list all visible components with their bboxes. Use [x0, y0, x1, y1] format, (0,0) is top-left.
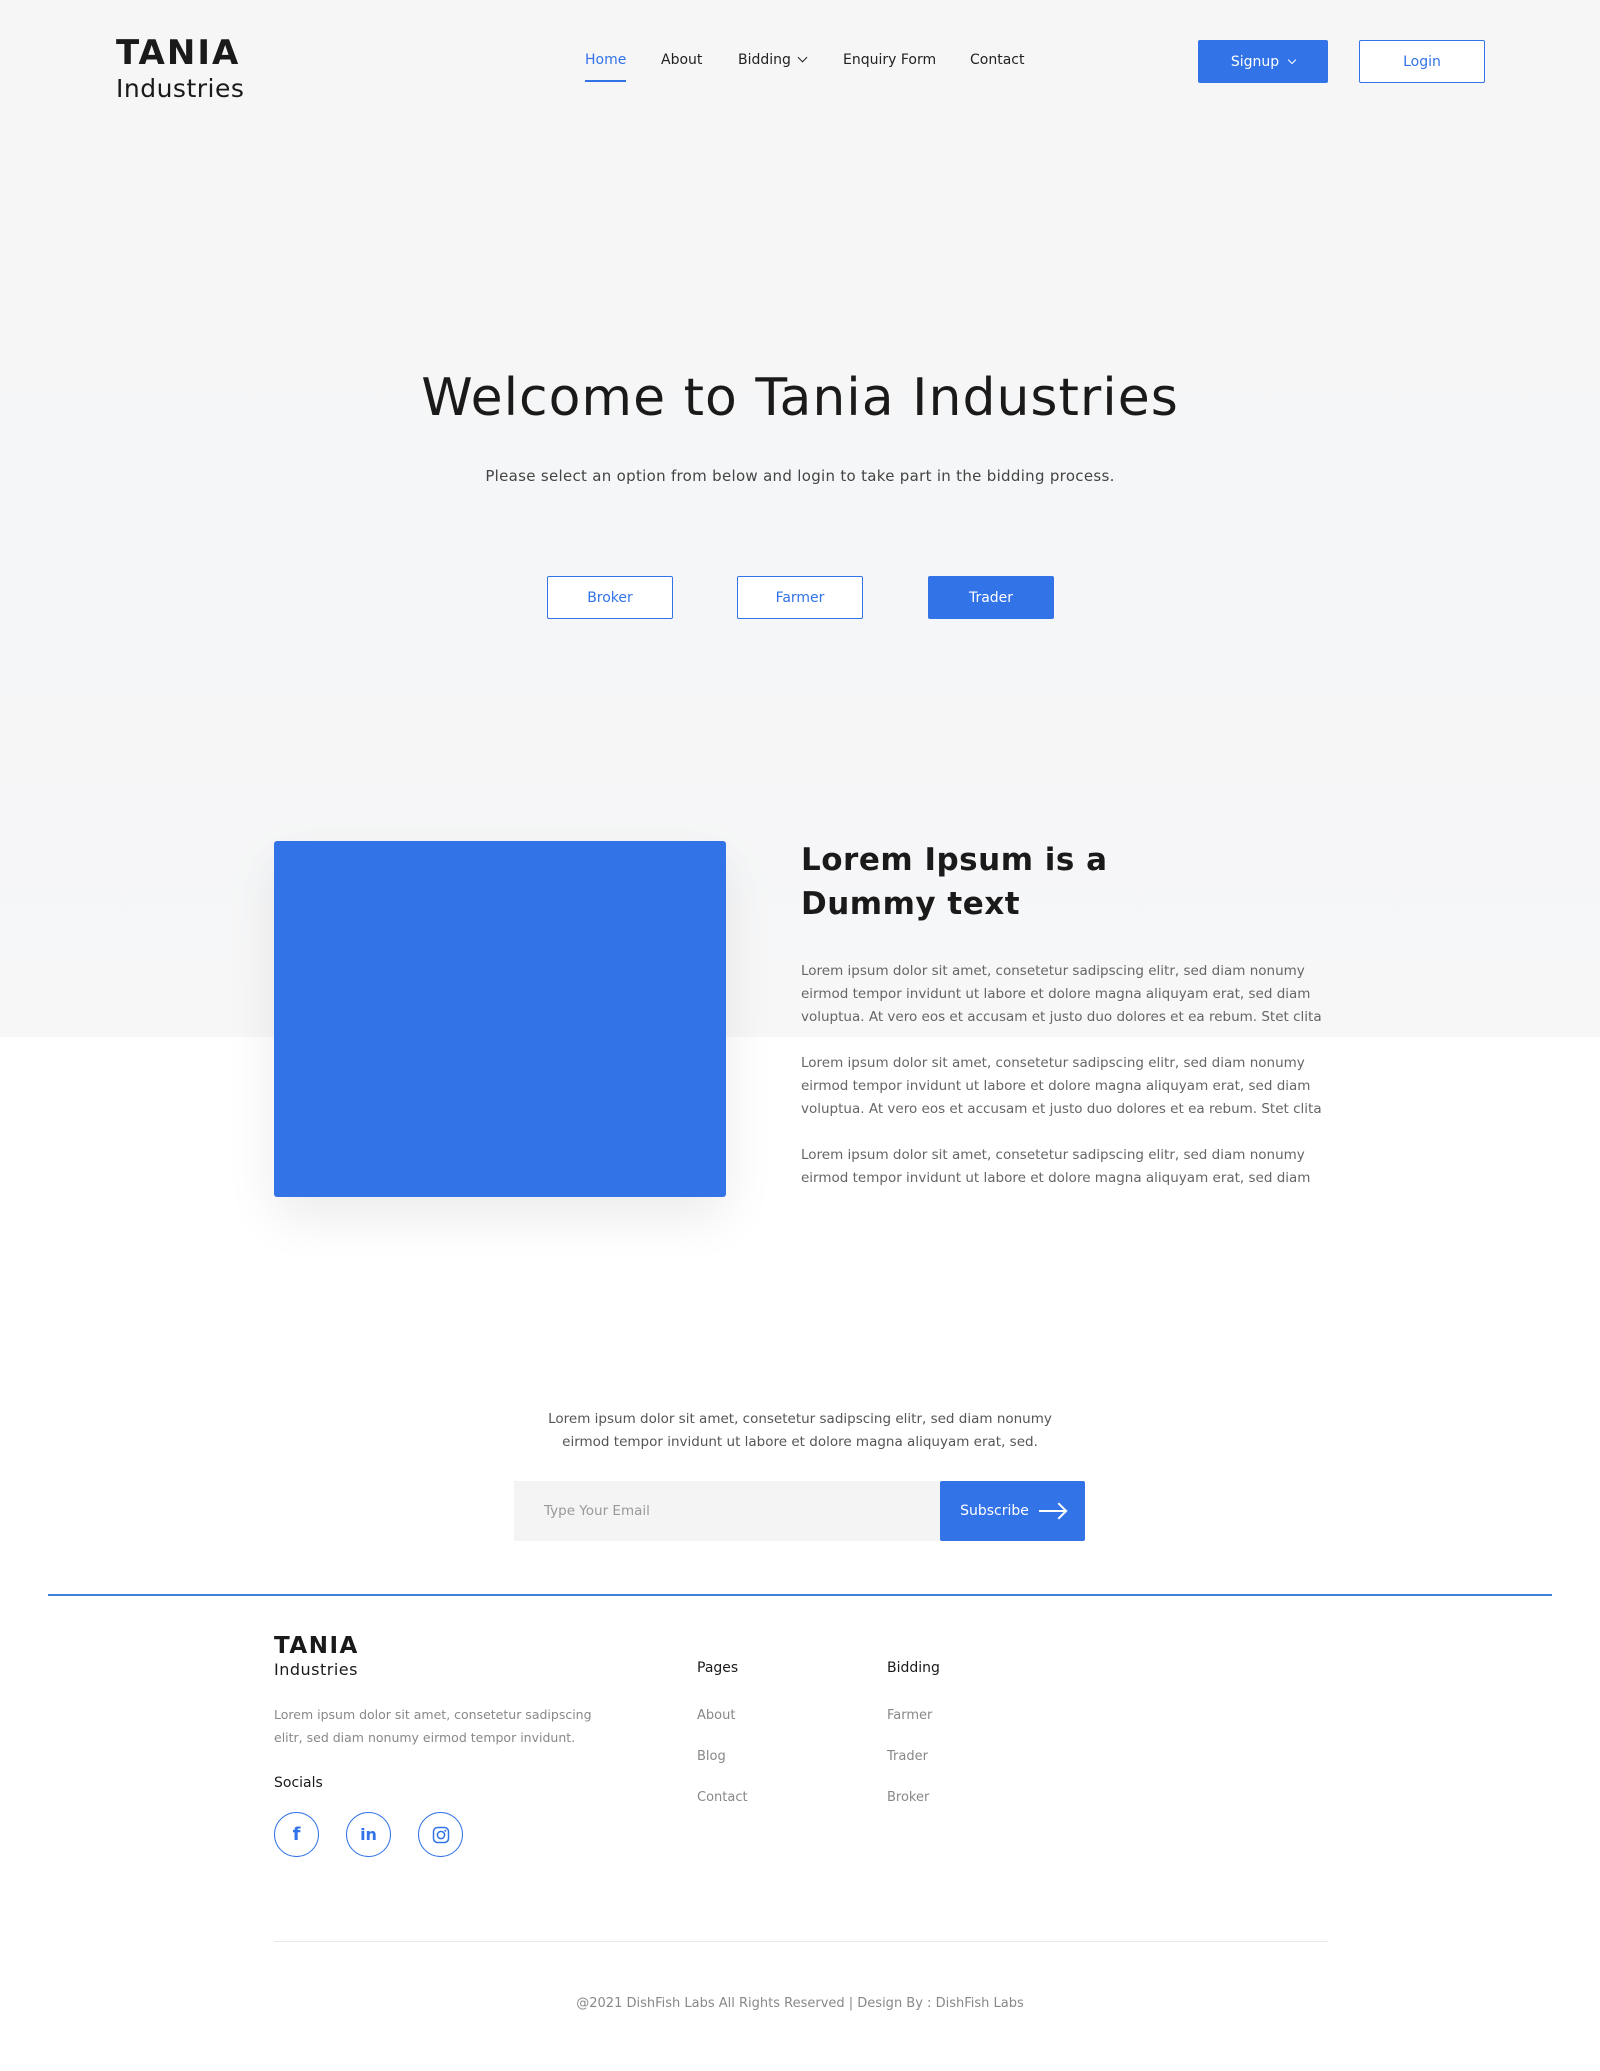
nav-bidding-label: Bidding [738, 52, 791, 68]
signup-button[interactable]: Signup [1198, 40, 1328, 83]
nav-bidding[interactable]: Bidding [738, 52, 808, 80]
feature-title-line1: Lorem Ipsum is a [801, 842, 1108, 878]
instagram-icon [432, 1826, 449, 1843]
linkedin-icon: in [360, 1825, 377, 1844]
brand-logo-line2: Industries [116, 74, 245, 103]
instagram-link[interactable] [418, 1812, 463, 1857]
copyright-text: @2021 DishFish Labs All Rights Reserved … [576, 1996, 1024, 2011]
chevron-down-icon [797, 52, 808, 63]
footer-link-about[interactable]: About [697, 1708, 735, 1723]
nav-contact[interactable]: Contact [970, 52, 1024, 80]
linkedin-link[interactable]: in [346, 1812, 391, 1857]
login-button[interactable]: Login [1359, 40, 1485, 83]
footer-divider-line [48, 1594, 1552, 1596]
nav-about[interactable]: About [661, 52, 702, 80]
broker-button[interactable]: Broker [547, 576, 673, 619]
subscribe-text-line1: Lorem ipsum dolor sit amet, consetetur s… [548, 1411, 1052, 1427]
footer-link-broker[interactable]: Broker [887, 1790, 929, 1805]
footer-link-blog[interactable]: Blog [697, 1749, 726, 1764]
farmer-button[interactable]: Farmer [737, 576, 863, 619]
feature-paragraph: Lorem ipsum dolor sit amet, consetetur s… [801, 1055, 1322, 1117]
feature-paragraph: Lorem ipsum dolor sit amet, consetetur s… [801, 1147, 1311, 1186]
feature-image-placeholder [274, 841, 726, 1197]
facebook-link[interactable]: f [274, 1812, 319, 1857]
footer-bidding-title: Bidding [887, 1660, 940, 1676]
feature-title: Lorem Ipsum is a Dummy text [801, 838, 1221, 926]
email-input-placeholder: Type Your Email [544, 1503, 650, 1519]
subscribe-button[interactable]: Subscribe [940, 1481, 1085, 1541]
subscribe-label: Subscribe [960, 1503, 1029, 1519]
socials-title: Socials [274, 1775, 323, 1791]
subscribe-text: Lorem ipsum dolor sit amet, consetetur s… [520, 1408, 1080, 1454]
feature-paragraph: Lorem ipsum dolor sit amet, consetetur s… [801, 963, 1322, 1025]
footer-brand-logo[interactable]: TANIA Industries [274, 1635, 359, 1678]
footer-brand-line2: Industries [274, 1660, 358, 1679]
facebook-icon: f [292, 1824, 301, 1845]
footer-link-farmer[interactable]: Farmer [887, 1708, 932, 1723]
arrow-right-icon [1038, 1510, 1065, 1512]
footer-link-trader[interactable]: Trader [887, 1749, 928, 1764]
footer-brand-line1: TANIA [274, 1633, 359, 1659]
email-input[interactable]: Type Your Email [514, 1481, 940, 1541]
subscribe-text-line2: eirmod tempor invidunt ut labore et dolo… [562, 1434, 1038, 1450]
footer-description: Lorem ipsum dolor sit amet, consetetur s… [274, 1707, 592, 1745]
footer-pages-title: Pages [697, 1660, 739, 1676]
brand-logo[interactable]: TANIA Industries [116, 36, 244, 101]
brand-logo-line1: TANIA [116, 33, 241, 73]
nav-home[interactable]: Home [585, 52, 627, 82]
hero-background [0, 0, 1600, 1037]
hero-subtitle: Please select an option from below and l… [485, 467, 1115, 485]
signup-label: Signup [1230, 53, 1280, 70]
feature-title-line2: Dummy text [801, 886, 1021, 922]
footer-link-contact[interactable]: Contact [697, 1790, 748, 1805]
hero-title: Welcome to Tania Industries [421, 368, 1179, 428]
trader-button[interactable]: Trader [928, 576, 1054, 619]
chevron-down-icon [1287, 55, 1297, 64]
nav-enquiry-form[interactable]: Enquiry Form [843, 52, 936, 80]
footer-divider [274, 1941, 1328, 1942]
